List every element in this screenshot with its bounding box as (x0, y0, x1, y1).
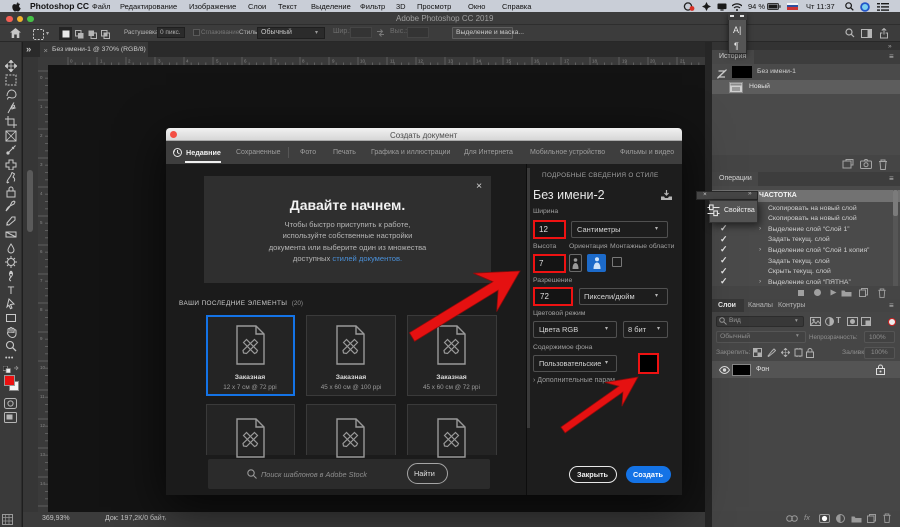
svg-text:6: 6 (40, 249, 43, 254)
svg-text:20: 20 (650, 59, 656, 64)
svg-text:13: 13 (448, 59, 454, 64)
svg-text:4: 4 (186, 59, 189, 64)
svg-text:21: 21 (680, 59, 686, 64)
svg-text:8: 8 (302, 59, 305, 64)
svg-text:16: 16 (534, 59, 540, 64)
svg-text:15: 15 (506, 59, 512, 64)
svg-text:10: 10 (360, 59, 366, 64)
svg-text:7: 7 (274, 59, 277, 64)
svg-text:18: 18 (592, 59, 598, 64)
svg-text:0: 0 (40, 75, 43, 80)
svg-text:6: 6 (244, 59, 247, 64)
svg-text:8: 8 (40, 307, 43, 312)
svg-text:5: 5 (40, 220, 43, 225)
svg-text:19: 19 (622, 59, 628, 64)
svg-text:4: 4 (40, 191, 43, 196)
svg-text:1: 1 (40, 104, 43, 109)
svg-text:5: 5 (216, 59, 219, 64)
svg-text:13: 13 (40, 452, 46, 457)
svg-text:1: 1 (100, 59, 103, 64)
svg-text:11: 11 (390, 59, 395, 64)
svg-text:14: 14 (476, 59, 482, 64)
svg-text:9: 9 (332, 59, 335, 64)
svg-text:17: 17 (564, 59, 570, 64)
svg-text:12: 12 (40, 423, 46, 428)
svg-text:11: 11 (40, 394, 45, 399)
svg-text:2: 2 (128, 59, 131, 64)
svg-text:3: 3 (158, 59, 161, 64)
svg-text:12: 12 (418, 59, 424, 64)
svg-text:9: 9 (40, 336, 43, 341)
svg-text:14: 14 (40, 481, 46, 486)
svg-text:10: 10 (40, 365, 46, 370)
svg-text:7: 7 (40, 278, 43, 283)
svg-text:2: 2 (40, 133, 43, 138)
svg-text:0: 0 (70, 59, 73, 64)
svg-text:3: 3 (40, 162, 43, 167)
